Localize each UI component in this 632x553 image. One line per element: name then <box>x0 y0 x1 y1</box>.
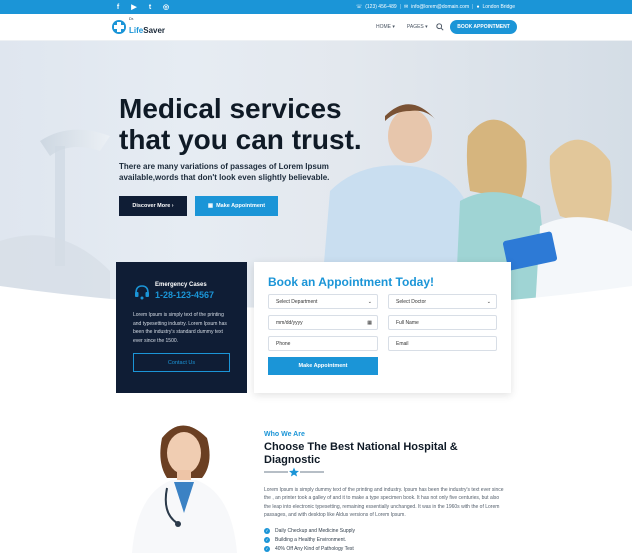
calendar-icon: ▦ <box>207 203 214 209</box>
date-placeholder: mm/dd/yyyy <box>276 319 303 326</box>
logo[interactable]: Dr. LifeSaver <box>112 17 165 37</box>
discover-label: Discover More <box>132 203 171 209</box>
hero-headline: Medical services that you can trust. <box>119 93 362 155</box>
list-item: ✓ 40% Off Any Kind of Pathology Test <box>264 544 355 553</box>
doctor-select[interactable]: Select Doctor ⌄ <box>388 294 497 309</box>
appointment-title: Book an Appointment Today! <box>268 275 434 289</box>
topbar-email[interactable]: info@lorem@domain.com <box>411 4 469 10</box>
chevron-down-icon: ⌄ <box>486 299 491 305</box>
twitter-icon[interactable]: t <box>142 0 158 14</box>
topbar-phone[interactable]: (123) 456-489 <box>365 4 396 10</box>
facebook-icon[interactable]: f <box>110 0 126 14</box>
make-appointment-hero-button[interactable]: ▦ Make Appointment <box>195 196 278 216</box>
make-appointment-label: Make Appointment <box>216 203 266 209</box>
emergency-text: Lorem Ipsum is simply text of the printi… <box>133 312 227 344</box>
chevron-down-icon: ▾ <box>392 24 395 30</box>
about-text: Lorem Ipsum is simply dummy text of the … <box>264 487 504 518</box>
social-links: f ▶ t ◎ <box>110 0 174 14</box>
top-bar: f ▶ t ◎ ☏ (123) 456-489 | ✉ info@lorem@d… <box>0 0 632 14</box>
logo-name-b: Saver <box>143 26 166 35</box>
mail-icon: ✉ <box>403 4 409 10</box>
instagram-icon[interactable]: ◎ <box>158 0 174 14</box>
separator: | <box>399 4 401 10</box>
date-field[interactable]: mm/dd/yyyy ▦ <box>268 315 378 330</box>
list-item: ✓ Daily Checkup and Medicine Supply <box>264 526 355 535</box>
separator: | <box>472 4 474 10</box>
chevron-down-icon: ▾ <box>425 24 428 30</box>
logo-name: LifeSaver <box>129 26 165 35</box>
phone-placeholder: Phone <box>276 340 291 347</box>
nav-item-pages[interactable]: PAGES ▾ <box>407 24 428 30</box>
department-value: Select Department <box>276 298 318 305</box>
headset-icon <box>135 285 149 300</box>
emergency-title: Emergency Cases <box>155 282 207 288</box>
feature-label: Building a Healthy Environment. <box>275 536 347 543</box>
search-icon[interactable] <box>436 23 444 31</box>
emergency-phone[interactable]: 1-28-123-4567 <box>155 290 214 300</box>
chevron-down-icon: ⌄ <box>367 299 372 305</box>
about-title: Choose The Best National Hospital & Diag… <box>264 441 458 466</box>
nav-pages-label: PAGES <box>406 24 424 30</box>
full-name-field[interactable]: Full Name <box>388 315 497 330</box>
department-select[interactable]: Select Department ⌄ <box>268 294 378 309</box>
nav-home-label: HOME <box>376 24 391 30</box>
make-appointment-submit-button[interactable]: Make Appointment <box>268 357 378 375</box>
contact-info: ☏ (123) 456-489 | ✉ info@lorem@domain.co… <box>356 0 515 14</box>
list-item: ✓ Building a Healthy Environment. <box>264 535 355 544</box>
topbar-location: London Bridge <box>482 4 515 10</box>
check-icon: ✓ <box>264 527 270 534</box>
logo-name-a: Life <box>129 26 144 35</box>
doctor-image <box>132 425 237 553</box>
discover-more-button[interactable]: Discover More › <box>119 196 187 216</box>
feature-list: ✓ Daily Checkup and Medicine Supply ✓ Buil… <box>264 526 355 553</box>
email-field[interactable]: Email <box>388 336 497 351</box>
logo-cross-icon <box>112 20 126 34</box>
logo-prefix: Dr. <box>129 16 135 21</box>
nav-item-home[interactable]: HOME ▾ <box>376 24 395 30</box>
location-icon: ● <box>476 4 480 10</box>
email-placeholder: Email <box>396 340 409 347</box>
phone-field[interactable]: Phone <box>268 336 378 351</box>
feature-label: Daily Checkup and Medicine Supply <box>275 527 356 534</box>
full-name-placeholder: Full Name <box>396 319 419 326</box>
check-icon: ✓ <box>264 545 270 552</box>
contact-us-button[interactable]: Contact Us <box>133 353 230 372</box>
hero-subtext: There are many variations of passages of… <box>119 162 330 182</box>
book-appointment-button[interactable]: BOOK APPOINTMENT <box>450 20 517 34</box>
main-nav: HOME ▾ PAGES ▾ <box>376 24 428 30</box>
youtube-icon[interactable]: ▶ <box>126 0 142 14</box>
calendar-icon[interactable]: ▦ <box>367 320 372 326</box>
feature-label: 40% Off Any Kind of Pathology Test <box>275 545 354 552</box>
doctor-value: Select Doctor <box>396 298 427 305</box>
star-divider <box>264 467 324 477</box>
phone-icon: ☏ <box>355 4 363 10</box>
about-eyebrow: Who We Are <box>264 431 305 438</box>
check-icon: ✓ <box>264 536 270 543</box>
logo-text: Dr. LifeSaver <box>129 17 165 37</box>
chevron-right-icon: › <box>171 203 174 209</box>
site-header: Dr. LifeSaver HOME ▾ PAGES ▾ BOOK APPOIN… <box>0 14 632 41</box>
